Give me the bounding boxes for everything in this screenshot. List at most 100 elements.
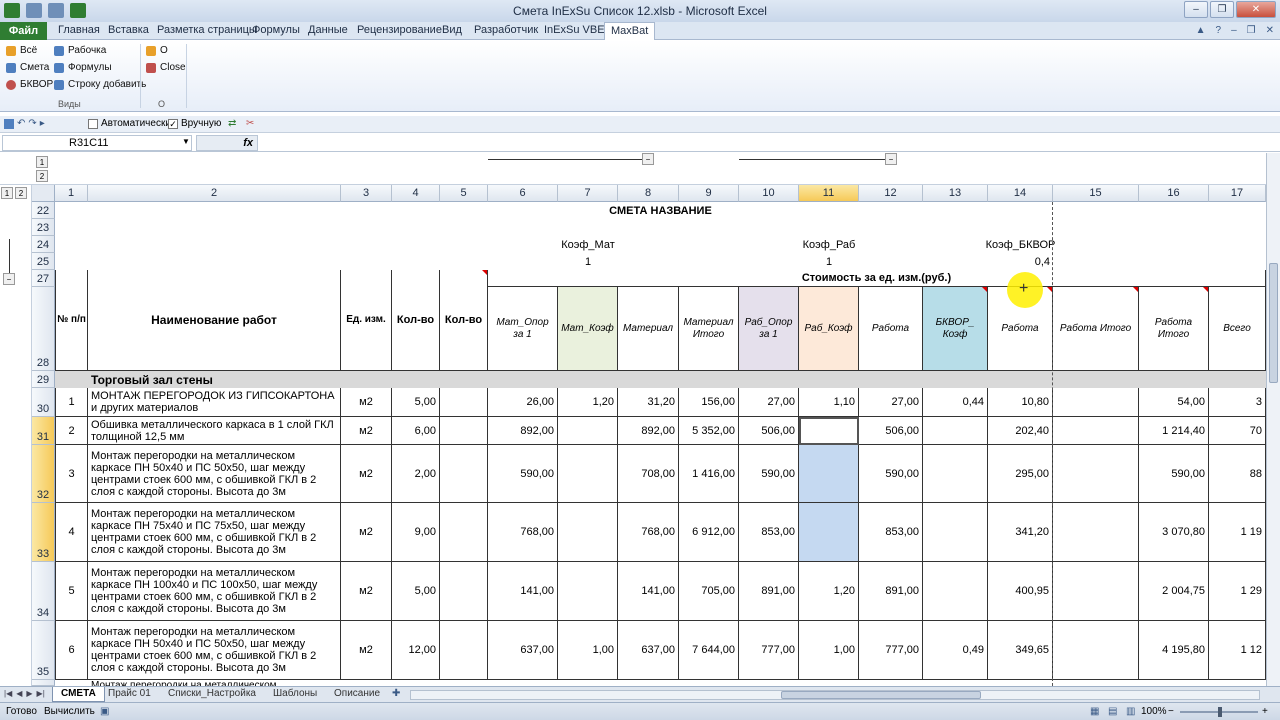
o-button[interactable]: O bbox=[146, 45, 168, 56]
manual-calc-checkbox[interactable]: ✓ bbox=[168, 118, 178, 129]
formula-input[interactable] bbox=[262, 135, 1262, 151]
data-cell[interactable]: м2 bbox=[341, 562, 392, 621]
data-cell[interactable]: м2 bbox=[341, 621, 392, 680]
data-cell[interactable] bbox=[558, 503, 618, 562]
zoom-slider-thumb[interactable] bbox=[1218, 707, 1222, 717]
data-cell[interactable]: 349,65 bbox=[988, 621, 1053, 680]
column-header[interactable]: 2 bbox=[88, 185, 341, 202]
sheet-tab[interactable]: СМЕТА bbox=[52, 687, 105, 702]
help-icon[interactable]: ? bbox=[1216, 25, 1222, 36]
data-cell[interactable]: 5 352,00 bbox=[679, 417, 739, 445]
tab-5[interactable]: Формулы bbox=[252, 24, 300, 36]
data-cell[interactable] bbox=[799, 445, 859, 503]
data-cell[interactable]: м2 bbox=[341, 503, 392, 562]
tab-11[interactable]: MaxBat bbox=[604, 22, 656, 41]
coef-mat-value[interactable]: 1 bbox=[558, 253, 618, 270]
data-cell[interactable]: 590,00 bbox=[488, 445, 558, 503]
tab-7[interactable]: Рецензирование bbox=[357, 24, 442, 36]
data-cell[interactable]: 156,00 bbox=[679, 388, 739, 417]
row-header[interactable]: 32 bbox=[32, 445, 55, 503]
minimize-icon[interactable]: – bbox=[1231, 25, 1237, 36]
data-cell[interactable]: м2 bbox=[341, 445, 392, 503]
data-cell[interactable]: 5 bbox=[55, 562, 88, 621]
column-header[interactable]: 4 bbox=[392, 185, 440, 202]
data-cell[interactable] bbox=[440, 562, 488, 621]
work-name-cell[interactable]: МОНТАЖ ПЕРЕГОРОДОК ИЗ ГИПСОКАРТОНА и дру… bbox=[88, 388, 341, 417]
data-cell[interactable]: 705,00 bbox=[679, 562, 739, 621]
data-cell[interactable]: 6,00 bbox=[392, 417, 440, 445]
status-calculate[interactable]: Вычислить bbox=[44, 706, 95, 717]
data-cell[interactable]: 141,00 bbox=[488, 562, 558, 621]
data-cell[interactable]: 202,40 bbox=[988, 417, 1053, 445]
close-icon[interactable]: ✕ bbox=[1266, 25, 1274, 36]
data-cell[interactable] bbox=[799, 503, 859, 562]
outline-level-1-button[interactable]: 1 bbox=[36, 156, 48, 168]
data-cell[interactable] bbox=[558, 562, 618, 621]
data-cell[interactable]: 506,00 bbox=[739, 417, 799, 445]
zoom-level[interactable]: 100% bbox=[1141, 706, 1167, 717]
data-cell[interactable]: 5,00 bbox=[392, 562, 440, 621]
fx-button[interactable]: fx bbox=[196, 135, 258, 151]
page-layout-icon[interactable]: ▤ bbox=[1108, 706, 1117, 717]
column-header[interactable]: 6 bbox=[488, 185, 558, 202]
data-cell[interactable]: 1 bbox=[55, 388, 88, 417]
data-cell[interactable]: 637,00 bbox=[488, 621, 558, 680]
data-cell[interactable]: 141,00 bbox=[618, 562, 679, 621]
macro-record-icon[interactable]: ▣ bbox=[100, 706, 109, 717]
data-cell[interactable]: 1 29 bbox=[1209, 562, 1266, 621]
workbook-button[interactable]: Рабочка bbox=[54, 45, 106, 56]
data-cell[interactable]: 891,00 bbox=[739, 562, 799, 621]
data-cell[interactable]: 341,20 bbox=[988, 503, 1053, 562]
data-cell[interactable]: 10,80 bbox=[988, 388, 1053, 417]
data-cell[interactable]: 12,00 bbox=[392, 621, 440, 680]
column-header[interactable]: 12 bbox=[859, 185, 923, 202]
collapse-ribbon-icon[interactable]: ▲ bbox=[1196, 25, 1206, 36]
data-cell[interactable]: 1,00 bbox=[799, 621, 859, 680]
data-cell[interactable]: 891,00 bbox=[859, 562, 923, 621]
page-break-view-icon[interactable]: ▥ bbox=[1126, 706, 1135, 717]
coef-rab-value[interactable]: 1 bbox=[799, 253, 859, 270]
tab-10[interactable]: InExSu VBE bbox=[544, 24, 605, 36]
data-cell[interactable]: 70 bbox=[1209, 417, 1266, 445]
row-header[interactable]: 35 bbox=[32, 621, 55, 680]
data-cell[interactable] bbox=[440, 503, 488, 562]
data-cell[interactable]: 637,00 bbox=[618, 621, 679, 680]
maximize-icon[interactable]: ❐ bbox=[1210, 1, 1234, 18]
data-cell[interactable] bbox=[558, 417, 618, 445]
smeta-button[interactable]: Смета bbox=[6, 62, 49, 73]
save-icon[interactable] bbox=[4, 118, 14, 129]
data-cell[interactable]: 4 bbox=[55, 503, 88, 562]
data-cell[interactable] bbox=[1053, 503, 1139, 562]
row-header[interactable]: 31 bbox=[32, 417, 55, 445]
tab-2[interactable]: Главная bbox=[58, 24, 100, 36]
comment-indicator[interactable] bbox=[1203, 287, 1208, 292]
tab-4[interactable]: Разметка страницы bbox=[157, 24, 257, 36]
coef-bkvor-value[interactable]: 0,4 bbox=[988, 253, 1053, 270]
data-cell[interactable]: 0,49 bbox=[923, 621, 988, 680]
row-header[interactable]: 24 bbox=[32, 236, 55, 253]
data-cell[interactable] bbox=[1053, 621, 1139, 680]
column-header[interactable]: 8 bbox=[618, 185, 679, 202]
data-cell[interactable]: 768,00 bbox=[618, 503, 679, 562]
column-header[interactable]: 3 bbox=[341, 185, 392, 202]
horizontal-scroll-thumb[interactable] bbox=[781, 691, 981, 699]
sheet-tab[interactable]: Описание bbox=[326, 687, 388, 702]
next-sheet-icon[interactable]: ▶ bbox=[26, 689, 32, 698]
zoom-out-icon[interactable]: − bbox=[1168, 706, 1174, 717]
data-cell[interactable]: 892,00 bbox=[488, 417, 558, 445]
zoom-in-icon[interactable]: + bbox=[1262, 706, 1268, 717]
data-cell[interactable]: м2 bbox=[341, 417, 392, 445]
redo-icon[interactable]: ↷ bbox=[28, 118, 36, 129]
data-cell[interactable]: 2 bbox=[55, 417, 88, 445]
all-button[interactable]: Всё bbox=[6, 45, 37, 56]
row-header[interactable]: 22 bbox=[32, 202, 55, 219]
data-cell[interactable]: 1,20 bbox=[799, 562, 859, 621]
work-name-cell[interactable]: Монтаж перегородки на металлическом карк… bbox=[88, 562, 341, 621]
data-cell[interactable]: 1,10 bbox=[799, 388, 859, 417]
column-header[interactable]: 13 bbox=[923, 185, 988, 202]
data-cell[interactable]: м2 bbox=[341, 388, 392, 417]
select-all-corner[interactable] bbox=[32, 185, 55, 202]
outline-collapse-button[interactable]: − bbox=[885, 153, 897, 165]
tools-icon[interactable]: ✂ bbox=[246, 118, 254, 129]
data-cell[interactable] bbox=[1053, 417, 1139, 445]
